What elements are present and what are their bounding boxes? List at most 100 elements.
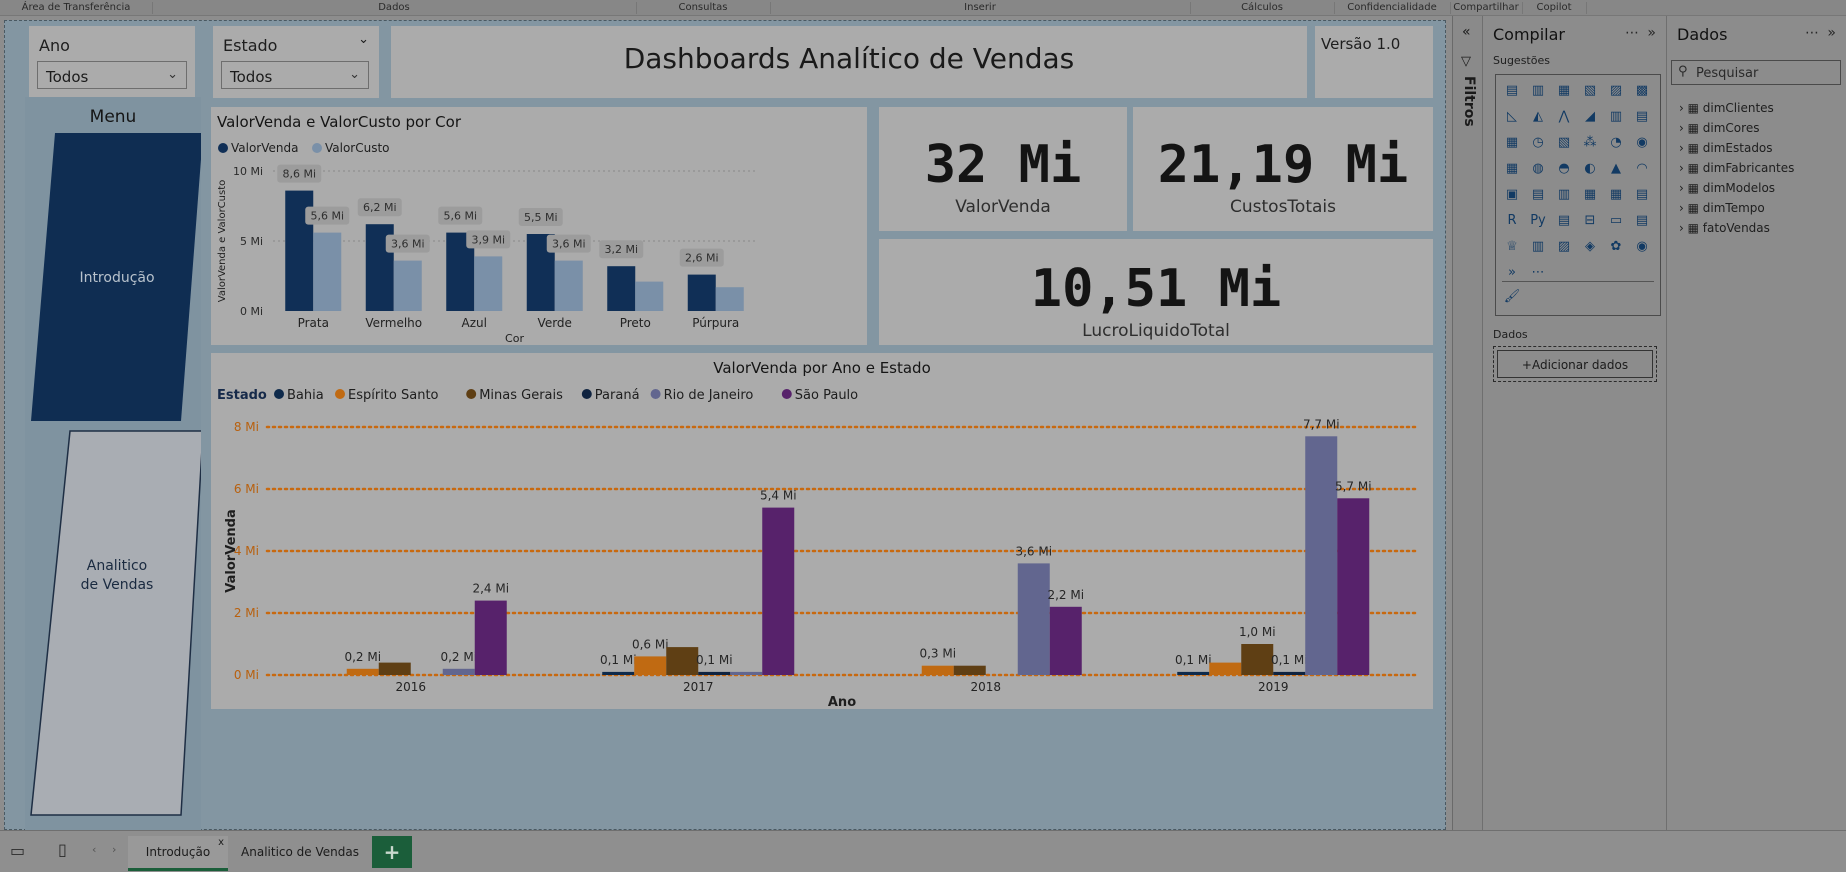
bar[interactable]	[1049, 606, 1082, 675]
bar[interactable]	[635, 281, 664, 311]
ribbon-group-data[interactable]: Dados	[152, 2, 637, 14]
add-data-button[interactable]: +Adicionar dados	[1497, 350, 1653, 378]
visual-type-icon[interactable]: ▤	[1632, 211, 1652, 231]
visual-type-icon[interactable]: ▨	[1606, 81, 1626, 101]
bar[interactable]	[442, 668, 475, 675]
visual-type-icon[interactable]: ⁂	[1580, 133, 1600, 153]
more-options-icon[interactable]: ⋯ »	[1805, 25, 1838, 41]
visual-type-icon[interactable]: ◔	[1606, 133, 1626, 153]
visual-type-icon[interactable]: ▥	[1528, 237, 1548, 257]
bar[interactable]	[762, 507, 795, 675]
analitico-button-label-line2[interactable]: de Vendas	[81, 577, 154, 593]
tab-analitico-vendas[interactable]: Analitico de Vendas	[232, 836, 368, 868]
visual-type-icon[interactable]: ◉	[1632, 133, 1652, 153]
bar[interactable]	[730, 671, 763, 675]
table-item[interactable]: › ▦ dimModelos	[1679, 181, 1775, 195]
intro-button-label[interactable]: Introdução	[79, 270, 154, 286]
tab-introducao[interactable]: Introdução x	[128, 836, 228, 871]
visual-type-icon[interactable]: ▤	[1554, 211, 1574, 231]
ribbon-group-calculations[interactable]: Cálculos	[1190, 2, 1335, 14]
visual-type-icon[interactable]: ✿	[1606, 237, 1626, 257]
ribbon-group-insert[interactable]: Inserir	[770, 2, 1191, 14]
table-item[interactable]: › ▦ dimCores	[1679, 121, 1759, 135]
visual-type-icon[interactable]: ▭	[1606, 211, 1626, 231]
visual-type-icon[interactable]: »	[1502, 263, 1522, 283]
visual-type-icon[interactable]: ▥	[1606, 107, 1626, 127]
collapse-left-icon[interactable]: «	[1462, 24, 1471, 40]
chevron-right-icon[interactable]: ›	[1679, 181, 1688, 195]
add-page-button[interactable]: +	[372, 836, 412, 868]
visual-type-icon[interactable]: ⋀	[1554, 107, 1574, 127]
visual-type-icon[interactable]: ▨	[1554, 237, 1574, 257]
visual-type-icon[interactable]: ▦	[1580, 185, 1600, 205]
bar[interactable]	[1209, 662, 1242, 675]
visual-type-icon[interactable]: ▤	[1502, 81, 1522, 101]
visual-type-icon[interactable]: ▤	[1632, 185, 1652, 205]
bar[interactable]	[554, 260, 583, 311]
visual-type-icon[interactable]: ▦	[1554, 81, 1574, 101]
ribbon-group-clipboard[interactable]: Área de Transferência	[0, 2, 153, 14]
bar[interactable]	[687, 274, 716, 311]
search-input[interactable]: Pesquisar	[1696, 66, 1758, 81]
table-item[interactable]: › ▦ dimClientes	[1679, 101, 1774, 115]
ribbon-group-queries[interactable]: Consultas	[636, 2, 771, 14]
bar[interactable]	[1177, 671, 1210, 675]
visual-type-icon[interactable]: ▦	[1606, 185, 1626, 205]
chevron-right-icon[interactable]: ›	[1679, 161, 1688, 175]
bar[interactable]	[634, 656, 667, 675]
chart-ano-estado-svg[interactable]: ValorVenda por Ano e Estado Estado Bahia Es…	[211, 353, 1433, 709]
table-item[interactable]: › ▦ dimFabricantes	[1679, 161, 1794, 175]
bar[interactable]	[715, 287, 744, 311]
bar[interactable]	[346, 668, 379, 675]
visual-type-icon[interactable]: ▥	[1528, 81, 1548, 101]
filters-pane-collapsed[interactable]: « ▽ Filtros	[1452, 16, 1482, 830]
table-item[interactable]: › ▦ dimTempo	[1679, 201, 1765, 215]
ribbon-group-share[interactable]: Compartilhar	[1450, 2, 1523, 14]
visual-type-icon[interactable]: ◈	[1580, 237, 1600, 257]
bar[interactable]	[313, 232, 342, 311]
visual-type-icon[interactable]: ▧	[1554, 133, 1574, 153]
visual-type-icon[interactable]: ♕	[1502, 237, 1522, 257]
visual-type-icon[interactable]: ▦	[1502, 159, 1522, 179]
visual-type-icon[interactable]: ▤	[1632, 107, 1652, 127]
bar[interactable]	[378, 662, 411, 675]
bar[interactable]	[921, 665, 954, 675]
visual-type-icon[interactable]: ▤	[1528, 185, 1548, 205]
bar[interactable]	[474, 600, 507, 675]
visual-type-icon[interactable]: ⋯	[1528, 263, 1548, 283]
visual-type-icon[interactable]: ◭	[1528, 107, 1548, 127]
visual-type-icon[interactable]: Py	[1528, 211, 1548, 231]
visual-type-icon[interactable]: ◉	[1632, 237, 1652, 257]
visual-type-icon[interactable]: R	[1502, 211, 1522, 231]
chevron-right-icon[interactable]: ›	[1679, 221, 1688, 235]
ribbon-group-copilot[interactable]: Copilot	[1522, 2, 1587, 14]
visual-type-icon[interactable]: ◍	[1528, 159, 1548, 179]
analitico-button-label-line1[interactable]: Analitico	[87, 558, 147, 574]
visual-type-icon[interactable]: ▥	[1554, 185, 1574, 205]
visual-type-icon[interactable]: ◠	[1632, 159, 1652, 179]
bar[interactable]	[393, 260, 422, 311]
visual-type-icon[interactable]: ◐	[1580, 159, 1600, 179]
visual-type-icon[interactable]: ▧	[1580, 81, 1600, 101]
visual-type-icon[interactable]: ◢	[1580, 107, 1600, 127]
bar[interactable]	[474, 256, 503, 311]
slicer-ano-dropdown[interactable]: Todos ⌄	[37, 61, 187, 89]
bar[interactable]	[607, 266, 636, 311]
visual-type-icon[interactable]: ▣	[1502, 185, 1522, 205]
bar[interactable]	[602, 671, 635, 675]
visual-type-icon[interactable]: ◷	[1528, 133, 1548, 153]
chevron-right-icon[interactable]: ›	[1679, 141, 1688, 155]
chevron-down-icon[interactable]: ⌄	[358, 32, 369, 47]
close-tab-icon[interactable]: x	[218, 827, 224, 859]
chart-cor-svg[interactable]: ValorVenda e ValorCusto por Cor ValorVend…	[211, 107, 867, 345]
chevron-right-icon[interactable]: ›	[1679, 101, 1688, 115]
next-page-icon[interactable]: ›	[112, 843, 116, 856]
visual-type-icon[interactable]: ▲	[1606, 159, 1626, 179]
table-item[interactable]: › ▦ dimEstados	[1679, 141, 1773, 155]
analitico-button-shape[interactable]	[30, 430, 201, 816]
chevron-right-icon[interactable]: ›	[1679, 121, 1688, 135]
more-options-icon[interactable]: ⋯ »	[1625, 25, 1658, 41]
table-item[interactable]: › ▦ fatoVendas	[1679, 221, 1770, 235]
mobile-view-icon[interactable]: ▯	[58, 840, 67, 859]
visual-type-icon[interactable]: ◓	[1554, 159, 1574, 179]
